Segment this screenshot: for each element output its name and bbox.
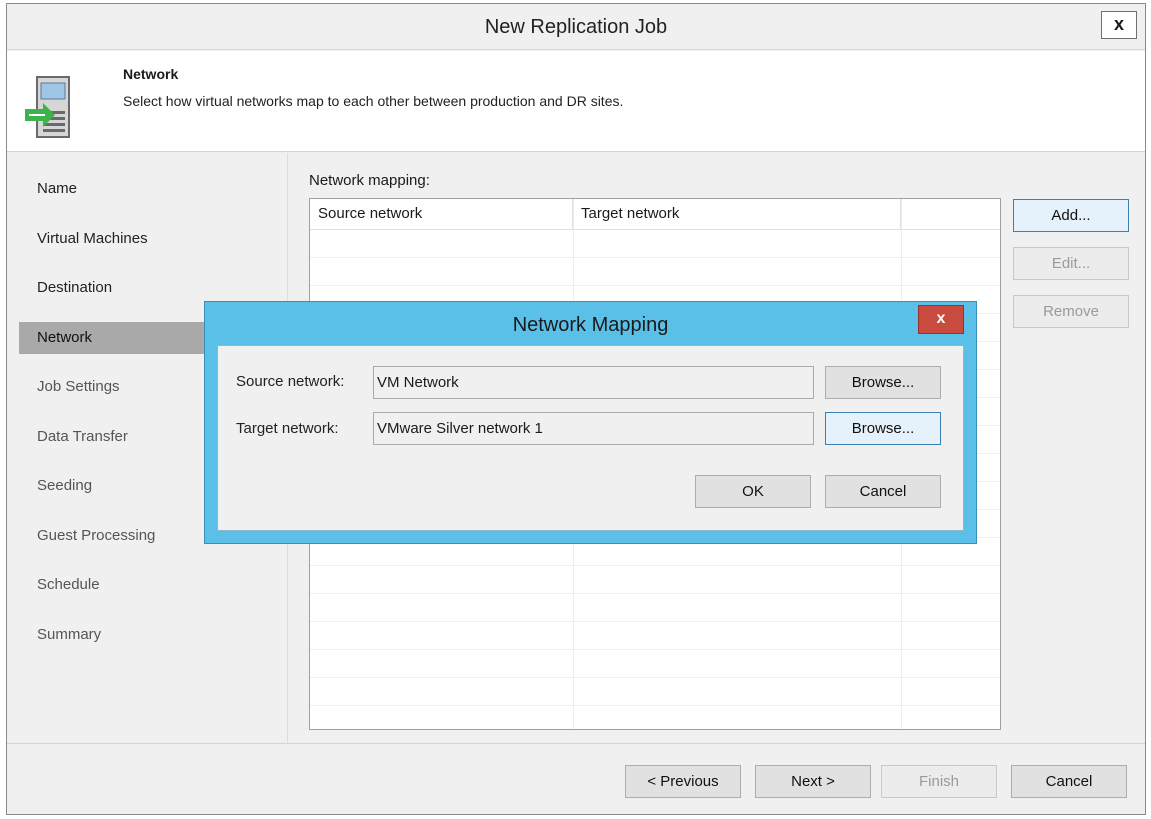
network-mapping-dialog: Network Mapping x Source network: VM Net…: [204, 301, 977, 544]
ok-button[interactable]: OK: [695, 475, 811, 508]
source-network-field[interactable]: VM Network: [373, 366, 814, 399]
step-destination[interactable]: Destination: [19, 272, 287, 304]
dialog-title: Network Mapping: [512, 314, 669, 336]
add-button[interactable]: Add...: [1013, 199, 1129, 232]
target-network-field[interactable]: VMware Silver network 1: [373, 412, 814, 445]
cancel-button[interactable]: Cancel: [1011, 765, 1127, 798]
column-target-network[interactable]: Target network: [573, 199, 901, 230]
row-line: [310, 621, 1000, 622]
column-source-network[interactable]: Source network: [310, 199, 573, 230]
remove-button[interactable]: Remove: [1013, 295, 1129, 328]
target-network-label: Target network:: [236, 420, 339, 437]
previous-button[interactable]: < Previous: [625, 765, 741, 798]
step-summary[interactable]: Summary: [19, 619, 287, 651]
source-network-label: Source network:: [236, 373, 345, 390]
source-browse-button[interactable]: Browse...: [825, 366, 941, 399]
target-browse-button[interactable]: Browse...: [825, 412, 941, 445]
replication-job-window: New Replication Job x Network Select how…: [6, 3, 1146, 815]
row-line: [310, 257, 1000, 258]
title-bar: New Replication Job x: [7, 4, 1145, 50]
close-window-button[interactable]: x: [1101, 11, 1137, 39]
dialog-cancel-button[interactable]: Cancel: [825, 475, 941, 508]
row-line: [310, 705, 1000, 706]
wizard-footer: < Previous Next > Finish Cancel: [7, 743, 1145, 814]
step-schedule[interactable]: Schedule: [19, 569, 287, 601]
step-virtual-machines[interactable]: Virtual Machines: [19, 223, 287, 255]
step-description: Select how virtual networks map to each …: [123, 93, 624, 109]
wizard-header: Network Select how virtual networks map …: [7, 51, 1145, 152]
dialog-body: Source network: VM Network Browse... Tar…: [217, 345, 964, 531]
row-line: [310, 285, 1000, 286]
row-line: [310, 649, 1000, 650]
next-button[interactable]: Next >: [755, 765, 871, 798]
row-line: [310, 565, 1000, 566]
row-line: [310, 677, 1000, 678]
network-step-icon: [25, 76, 70, 138]
step-title: Network: [123, 66, 179, 82]
table-header: Source network Target network: [310, 199, 1000, 230]
finish-button[interactable]: Finish: [881, 765, 997, 798]
network-mapping-label: Network mapping:: [309, 172, 430, 189]
step-name[interactable]: Name: [19, 173, 287, 205]
edit-button[interactable]: Edit...: [1013, 247, 1129, 280]
window-title: New Replication Job: [484, 16, 668, 38]
row-line: [310, 593, 1000, 594]
dialog-close-button[interactable]: x: [918, 305, 964, 334]
